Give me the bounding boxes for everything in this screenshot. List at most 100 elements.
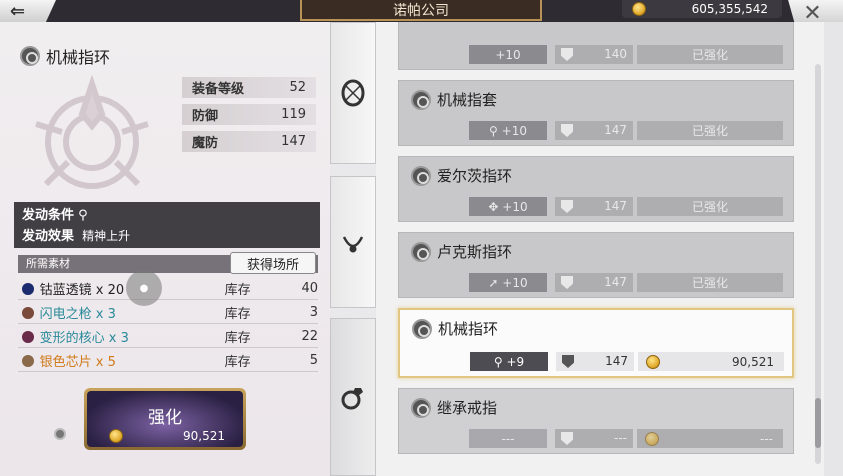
enhance-level: ➚ +10 <box>469 273 547 292</box>
item-stats-row: +10 140 已强化 <box>399 45 793 65</box>
shield-icon <box>561 124 573 137</box>
shield-icon <box>561 276 573 289</box>
ring-icon <box>411 241 431 262</box>
list-item[interactable]: 继承戒指 --- --- --- <box>398 388 794 454</box>
material-name: 变形的核心 x 3 <box>39 331 129 346</box>
item-name: 机械指环 <box>46 48 111 67</box>
effect-label: 发动效果 <box>22 229 75 244</box>
item-header: 继承戒指 <box>411 397 497 418</box>
ring-emblem-image <box>35 74 149 189</box>
material-orb-icon <box>22 354 34 367</box>
back-arrow-icon: ⇐ <box>10 0 26 22</box>
effect-line: 发动效果 精神上升 <box>22 226 312 247</box>
status-badge: 已强化 <box>637 197 783 216</box>
condition-label: 发动条件 <box>22 208 75 223</box>
stock-qty: 40 <box>301 281 318 296</box>
stat-value: 147 <box>281 134 306 149</box>
bracelet-icon <box>341 79 365 107</box>
ring-icon <box>411 397 431 418</box>
info-dot-icon[interactable] <box>54 428 66 440</box>
necklace-icon <box>342 236 364 253</box>
material-orb-icon <box>22 282 34 295</box>
item-stats-row: ✥ +10 147 已强化 <box>399 197 793 217</box>
enhance-level-value: +10 <box>501 123 527 138</box>
material-orb-icon <box>22 306 34 319</box>
list-item[interactable]: 机械指套 ⚲ +10 147 已强化 <box>398 80 794 146</box>
list-item[interactable]: 爱尔茨指环 ✥ +10 147 已强化 <box>398 156 794 222</box>
item-header: 机械指环 <box>20 44 110 68</box>
currency-amount: 605,355,542 <box>691 2 768 16</box>
ring-icon <box>411 89 431 110</box>
list-item-selected[interactable]: 机械指环 ⚲ +9 147 90,521 <box>398 308 794 378</box>
defense-value: 147 <box>605 354 628 368</box>
tab-necklace[interactable] <box>330 176 376 308</box>
stat-defense: 防御 119 <box>182 104 316 125</box>
stat-equip-level: 装备等级 52 <box>182 77 316 98</box>
stock-label: 库存 <box>224 307 251 322</box>
stat-label: 防御 <box>192 109 219 124</box>
item-stats-row: ⚲ +9 147 90,521 <box>400 352 792 372</box>
enhance-level: ⚲ +10 <box>469 121 547 140</box>
defense-pill: 147 <box>555 197 633 216</box>
cost-value: --- <box>760 431 773 446</box>
shield-icon <box>562 355 574 368</box>
enhance-level: ✥ +10 <box>469 197 547 216</box>
material-name: 银色芯片 x 5 <box>39 355 116 370</box>
enhance-level: +10 <box>469 45 547 64</box>
item-stats-row: --- --- --- <box>399 429 793 449</box>
shield-icon <box>561 432 573 445</box>
defense-pill: 147 <box>556 352 634 371</box>
material-row[interactable]: 银色芯片 x 5 库存 5 <box>18 350 318 372</box>
item-name: 继承戒指 <box>437 399 498 417</box>
coin-icon <box>646 354 660 369</box>
tab-ring[interactable] <box>330 318 376 476</box>
enhance-cost-value: 90,521 <box>183 429 225 443</box>
enhance-level-value: +10 <box>502 275 528 290</box>
status-badge: 已强化 <box>637 121 783 140</box>
cost-value: 90,521 <box>732 354 774 369</box>
enhance-level-value: +9 <box>506 354 525 369</box>
equipment-list[interactable]: +10 140 已强化 机械指套 ⚲ +10 147 已强化 爱尔茨指环 ✥ +… <box>376 22 824 476</box>
key-icon: ⚲ <box>78 208 88 223</box>
page-title: 诺帕公司 <box>300 0 542 21</box>
enhance-level: --- <box>469 429 547 448</box>
shield-icon <box>561 200 573 213</box>
enhance-button[interactable]: 强化 90,521 <box>84 388 246 450</box>
coin-icon <box>645 431 659 446</box>
list-item[interactable]: 卢克斯指环 ➚ +10 147 已强化 <box>398 232 794 298</box>
item-name: 爱尔茨指环 <box>437 167 513 185</box>
material-row[interactable]: 闪电之枪 x 3 库存 3 <box>18 302 318 324</box>
defense-pill: 147 <box>555 273 633 292</box>
stat-value: 119 <box>281 107 306 122</box>
enhance-level: ⚲ +9 <box>470 352 548 371</box>
enhance-cost: 90,521 <box>109 427 225 445</box>
joystick-overlay[interactable]: ● <box>126 270 162 306</box>
defense-value: 147 <box>604 123 627 137</box>
bow-icon: ✥ <box>488 199 503 214</box>
sword-icon: ➚ <box>488 275 503 290</box>
material-row[interactable]: 变形的核心 x 3 库存 22 <box>18 326 318 348</box>
list-item[interactable]: +10 140 已强化 <box>398 22 794 70</box>
tab-bracelet[interactable] <box>330 22 376 164</box>
coin-icon <box>109 429 123 443</box>
ring-icon <box>411 165 431 186</box>
stat-value: 52 <box>289 80 306 95</box>
cost-pill: --- <box>637 429 783 448</box>
enhance-button-face: 强化 90,521 <box>87 391 243 447</box>
stat-label: 装备等级 <box>192 82 245 97</box>
coin-icon <box>632 2 646 16</box>
material-row[interactable]: 钴蓝透镜 x 20 库存 40 <box>18 278 318 300</box>
defense-value: 140 <box>604 47 627 61</box>
get-location-button[interactable]: 获得场所 <box>230 252 316 274</box>
effect-value: 精神上升 <box>82 229 131 243</box>
item-stats-row: ➚ +10 147 已强化 <box>399 273 793 293</box>
scrollbar-thumb[interactable] <box>815 398 821 448</box>
item-name: 机械指环 <box>438 320 499 338</box>
defense-value: 147 <box>604 275 627 289</box>
key-icon: ⚲ <box>489 123 502 138</box>
stock-qty: 3 <box>309 305 318 320</box>
ring-icon <box>20 46 40 66</box>
item-header: 爱尔茨指环 <box>411 165 512 186</box>
status-badge: 已强化 <box>637 45 783 64</box>
key-icon: ⚲ <box>493 354 507 369</box>
